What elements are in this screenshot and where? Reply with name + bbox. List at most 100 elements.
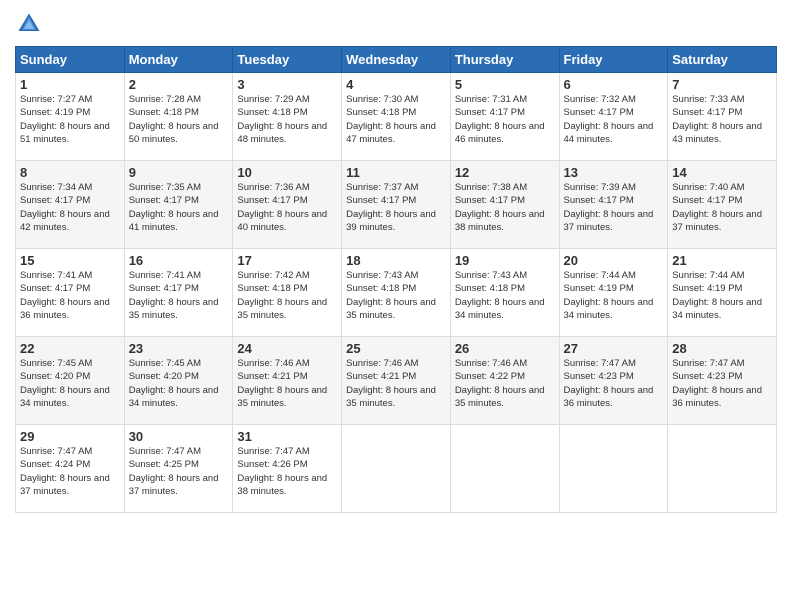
day-info: Sunrise: 7:47 AM Sunset: 4:25 PM Dayligh… — [129, 445, 229, 498]
calendar-cell: 17 Sunrise: 7:42 AM Sunset: 4:18 PM Dayl… — [233, 249, 342, 337]
calendar-cell: 14 Sunrise: 7:40 AM Sunset: 4:17 PM Dayl… — [668, 161, 777, 249]
calendar-cell: 4 Sunrise: 7:30 AM Sunset: 4:18 PM Dayli… — [342, 73, 451, 161]
day-info: Sunrise: 7:29 AM Sunset: 4:18 PM Dayligh… — [237, 93, 337, 146]
day-number: 31 — [237, 429, 337, 444]
day-number: 15 — [20, 253, 120, 268]
day-info: Sunrise: 7:46 AM Sunset: 4:22 PM Dayligh… — [455, 357, 555, 410]
calendar-cell: 23 Sunrise: 7:45 AM Sunset: 4:20 PM Dayl… — [124, 337, 233, 425]
day-number: 8 — [20, 165, 120, 180]
calendar-cell: 29 Sunrise: 7:47 AM Sunset: 4:24 PM Dayl… — [16, 425, 125, 513]
calendar-header-friday: Friday — [559, 47, 668, 73]
day-number: 2 — [129, 77, 229, 92]
day-number: 7 — [672, 77, 772, 92]
day-info: Sunrise: 7:41 AM Sunset: 4:17 PM Dayligh… — [20, 269, 120, 322]
day-info: Sunrise: 7:32 AM Sunset: 4:17 PM Dayligh… — [564, 93, 664, 146]
calendar-cell — [450, 425, 559, 513]
day-info: Sunrise: 7:44 AM Sunset: 4:19 PM Dayligh… — [672, 269, 772, 322]
day-number: 27 — [564, 341, 664, 356]
calendar-cell: 18 Sunrise: 7:43 AM Sunset: 4:18 PM Dayl… — [342, 249, 451, 337]
day-info: Sunrise: 7:45 AM Sunset: 4:20 PM Dayligh… — [129, 357, 229, 410]
day-number: 22 — [20, 341, 120, 356]
day-number: 13 — [564, 165, 664, 180]
calendar-cell: 16 Sunrise: 7:41 AM Sunset: 4:17 PM Dayl… — [124, 249, 233, 337]
calendar-cell: 3 Sunrise: 7:29 AM Sunset: 4:18 PM Dayli… — [233, 73, 342, 161]
day-number: 19 — [455, 253, 555, 268]
day-info: Sunrise: 7:43 AM Sunset: 4:18 PM Dayligh… — [346, 269, 446, 322]
calendar-cell: 19 Sunrise: 7:43 AM Sunset: 4:18 PM Dayl… — [450, 249, 559, 337]
day-number: 23 — [129, 341, 229, 356]
day-number: 29 — [20, 429, 120, 444]
calendar-header-tuesday: Tuesday — [233, 47, 342, 73]
calendar-cell: 25 Sunrise: 7:46 AM Sunset: 4:21 PM Dayl… — [342, 337, 451, 425]
calendar-cell: 31 Sunrise: 7:47 AM Sunset: 4:26 PM Dayl… — [233, 425, 342, 513]
calendar-cell — [342, 425, 451, 513]
calendar-cell: 15 Sunrise: 7:41 AM Sunset: 4:17 PM Dayl… — [16, 249, 125, 337]
day-info: Sunrise: 7:37 AM Sunset: 4:17 PM Dayligh… — [346, 181, 446, 234]
day-info: Sunrise: 7:41 AM Sunset: 4:17 PM Dayligh… — [129, 269, 229, 322]
calendar-cell: 27 Sunrise: 7:47 AM Sunset: 4:23 PM Dayl… — [559, 337, 668, 425]
day-info: Sunrise: 7:28 AM Sunset: 4:18 PM Dayligh… — [129, 93, 229, 146]
day-number: 3 — [237, 77, 337, 92]
day-info: Sunrise: 7:39 AM Sunset: 4:17 PM Dayligh… — [564, 181, 664, 234]
calendar-header-sunday: Sunday — [16, 47, 125, 73]
day-info: Sunrise: 7:45 AM Sunset: 4:20 PM Dayligh… — [20, 357, 120, 410]
calendar-cell: 9 Sunrise: 7:35 AM Sunset: 4:17 PM Dayli… — [124, 161, 233, 249]
day-number: 10 — [237, 165, 337, 180]
day-info: Sunrise: 7:27 AM Sunset: 4:19 PM Dayligh… — [20, 93, 120, 146]
calendar-cell: 26 Sunrise: 7:46 AM Sunset: 4:22 PM Dayl… — [450, 337, 559, 425]
calendar-week-row: 8 Sunrise: 7:34 AM Sunset: 4:17 PM Dayli… — [16, 161, 777, 249]
calendar: SundayMondayTuesdayWednesdayThursdayFrid… — [15, 46, 777, 513]
calendar-cell: 28 Sunrise: 7:47 AM Sunset: 4:23 PM Dayl… — [668, 337, 777, 425]
calendar-cell: 10 Sunrise: 7:36 AM Sunset: 4:17 PM Dayl… — [233, 161, 342, 249]
calendar-cell: 12 Sunrise: 7:38 AM Sunset: 4:17 PM Dayl… — [450, 161, 559, 249]
day-number: 21 — [672, 253, 772, 268]
day-number: 12 — [455, 165, 555, 180]
day-info: Sunrise: 7:47 AM Sunset: 4:23 PM Dayligh… — [564, 357, 664, 410]
calendar-cell: 6 Sunrise: 7:32 AM Sunset: 4:17 PM Dayli… — [559, 73, 668, 161]
day-info: Sunrise: 7:46 AM Sunset: 4:21 PM Dayligh… — [237, 357, 337, 410]
calendar-cell: 30 Sunrise: 7:47 AM Sunset: 4:25 PM Dayl… — [124, 425, 233, 513]
calendar-cell — [668, 425, 777, 513]
header — [15, 10, 777, 38]
calendar-week-row: 15 Sunrise: 7:41 AM Sunset: 4:17 PM Dayl… — [16, 249, 777, 337]
day-info: Sunrise: 7:36 AM Sunset: 4:17 PM Dayligh… — [237, 181, 337, 234]
calendar-cell: 11 Sunrise: 7:37 AM Sunset: 4:17 PM Dayl… — [342, 161, 451, 249]
calendar-header-monday: Monday — [124, 47, 233, 73]
logo-icon — [15, 10, 43, 38]
day-number: 11 — [346, 165, 446, 180]
day-number: 9 — [129, 165, 229, 180]
day-number: 24 — [237, 341, 337, 356]
day-info: Sunrise: 7:40 AM Sunset: 4:17 PM Dayligh… — [672, 181, 772, 234]
day-number: 5 — [455, 77, 555, 92]
day-info: Sunrise: 7:47 AM Sunset: 4:23 PM Dayligh… — [672, 357, 772, 410]
logo — [15, 10, 45, 38]
calendar-week-row: 1 Sunrise: 7:27 AM Sunset: 4:19 PM Dayli… — [16, 73, 777, 161]
calendar-cell: 1 Sunrise: 7:27 AM Sunset: 4:19 PM Dayli… — [16, 73, 125, 161]
day-info: Sunrise: 7:47 AM Sunset: 4:26 PM Dayligh… — [237, 445, 337, 498]
day-number: 25 — [346, 341, 446, 356]
calendar-week-row: 29 Sunrise: 7:47 AM Sunset: 4:24 PM Dayl… — [16, 425, 777, 513]
calendar-header-wednesday: Wednesday — [342, 47, 451, 73]
day-info: Sunrise: 7:33 AM Sunset: 4:17 PM Dayligh… — [672, 93, 772, 146]
day-number: 26 — [455, 341, 555, 356]
calendar-cell: 8 Sunrise: 7:34 AM Sunset: 4:17 PM Dayli… — [16, 161, 125, 249]
day-info: Sunrise: 7:42 AM Sunset: 4:18 PM Dayligh… — [237, 269, 337, 322]
day-number: 14 — [672, 165, 772, 180]
day-number: 16 — [129, 253, 229, 268]
day-number: 20 — [564, 253, 664, 268]
calendar-cell: 7 Sunrise: 7:33 AM Sunset: 4:17 PM Dayli… — [668, 73, 777, 161]
day-info: Sunrise: 7:46 AM Sunset: 4:21 PM Dayligh… — [346, 357, 446, 410]
day-info: Sunrise: 7:38 AM Sunset: 4:17 PM Dayligh… — [455, 181, 555, 234]
calendar-cell — [559, 425, 668, 513]
day-info: Sunrise: 7:31 AM Sunset: 4:17 PM Dayligh… — [455, 93, 555, 146]
calendar-cell: 13 Sunrise: 7:39 AM Sunset: 4:17 PM Dayl… — [559, 161, 668, 249]
day-info: Sunrise: 7:47 AM Sunset: 4:24 PM Dayligh… — [20, 445, 120, 498]
calendar-header-saturday: Saturday — [668, 47, 777, 73]
day-info: Sunrise: 7:44 AM Sunset: 4:19 PM Dayligh… — [564, 269, 664, 322]
day-info: Sunrise: 7:43 AM Sunset: 4:18 PM Dayligh… — [455, 269, 555, 322]
calendar-header-row: SundayMondayTuesdayWednesdayThursdayFrid… — [16, 47, 777, 73]
calendar-cell: 21 Sunrise: 7:44 AM Sunset: 4:19 PM Dayl… — [668, 249, 777, 337]
day-number: 4 — [346, 77, 446, 92]
day-info: Sunrise: 7:30 AM Sunset: 4:18 PM Dayligh… — [346, 93, 446, 146]
day-number: 18 — [346, 253, 446, 268]
